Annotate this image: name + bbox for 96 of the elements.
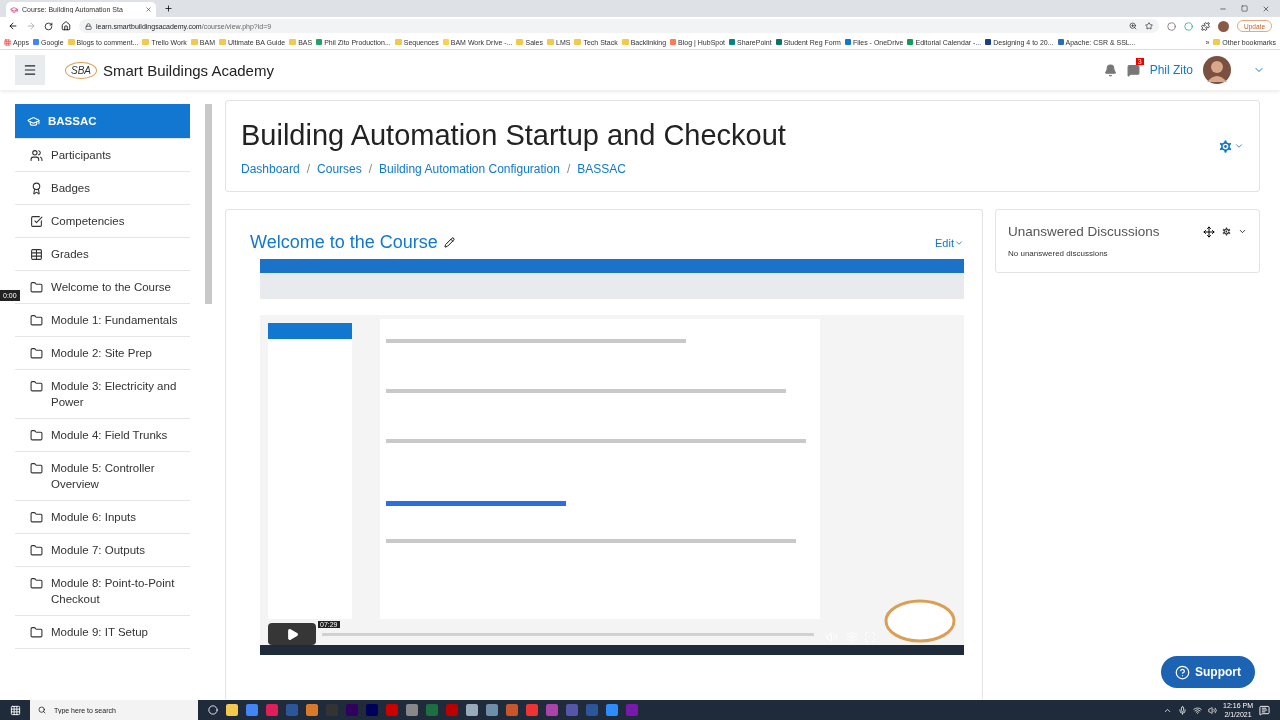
folder-icon bbox=[30, 347, 43, 360]
folder-icon bbox=[1213, 39, 1221, 45]
notifications-icon[interactable] bbox=[1259, 704, 1270, 716]
app-icon[interactable] bbox=[426, 704, 438, 716]
app-icon[interactable] bbox=[586, 704, 598, 716]
app-icon[interactable] bbox=[466, 704, 478, 716]
folder-icon bbox=[30, 577, 43, 590]
maximize-icon[interactable] bbox=[1241, 4, 1248, 12]
folder-icon bbox=[30, 511, 43, 524]
caret-icon bbox=[1234, 141, 1244, 151]
help-icon bbox=[1175, 664, 1190, 680]
app-icon[interactable] bbox=[306, 704, 318, 716]
page-title: Building Automation Startup and Checkout bbox=[241, 119, 787, 152]
app-icon[interactable] bbox=[566, 704, 578, 716]
move-icon[interactable] bbox=[1203, 225, 1215, 238]
folder-icon bbox=[30, 626, 43, 639]
folder-icon bbox=[30, 314, 43, 327]
notification-icon[interactable] bbox=[1103, 63, 1117, 77]
folder-icon bbox=[30, 380, 43, 393]
breadcrumb-link[interactable]: Courses bbox=[317, 162, 362, 176]
user-name[interactable]: Phil Zito bbox=[1149, 63, 1193, 77]
nav-item[interactable]: BASSAC bbox=[15, 104, 190, 139]
messages-icon[interactable] bbox=[1126, 63, 1140, 77]
user-avatar[interactable] bbox=[1203, 56, 1231, 84]
folder-icon bbox=[30, 281, 43, 294]
folder-icon bbox=[547, 39, 554, 45]
caret-icon[interactable] bbox=[1238, 227, 1247, 236]
app-icon[interactable] bbox=[266, 704, 278, 716]
folder-icon bbox=[516, 39, 524, 45]
folder-icon bbox=[30, 544, 43, 557]
microphone-icon[interactable] bbox=[1178, 705, 1188, 715]
site-name[interactable]: Smart Buildings Academy bbox=[103, 61, 274, 79]
home-icon[interactable] bbox=[61, 21, 71, 31]
scrollbar[interactable] bbox=[205, 104, 212, 304]
app-icon[interactable] bbox=[606, 704, 618, 716]
close-icon[interactable] bbox=[1262, 4, 1270, 13]
site-icon bbox=[10, 5, 18, 14]
folder-icon bbox=[142, 39, 150, 45]
apps-icon bbox=[4, 38, 11, 46]
folder-icon bbox=[289, 39, 297, 45]
progress-track[interactable] bbox=[322, 633, 814, 636]
star-icon[interactable] bbox=[1145, 22, 1154, 30]
folder-icon bbox=[394, 39, 402, 45]
support-button[interactable]: Support bbox=[1161, 656, 1255, 688]
app-icon[interactable] bbox=[286, 704, 298, 716]
breadcrumb-link[interactable]: Building Automation Configuration bbox=[379, 162, 560, 176]
table-icon bbox=[30, 248, 43, 261]
section-title[interactable]: Welcome to the Course bbox=[250, 232, 438, 253]
breadcrumb-separator: / bbox=[306, 162, 311, 176]
app-icon[interactable] bbox=[446, 704, 458, 716]
network-icon[interactable] bbox=[1193, 705, 1203, 715]
edit-menu[interactable]: Edit bbox=[935, 236, 964, 249]
volume-icon[interactable] bbox=[1208, 705, 1218, 715]
new-tab-icon[interactable] bbox=[164, 4, 173, 13]
folder-icon bbox=[30, 462, 43, 475]
folder-icon bbox=[30, 429, 43, 442]
app-icon[interactable] bbox=[406, 704, 418, 716]
gear-icon bbox=[1217, 137, 1234, 155]
app-icon[interactable] bbox=[546, 704, 558, 716]
extensions-icon[interactable] bbox=[1201, 21, 1211, 31]
folder-icon bbox=[219, 39, 226, 45]
folder-icon bbox=[67, 39, 75, 45]
award-icon bbox=[30, 182, 43, 195]
breadcrumb-link[interactable]: BASSAC bbox=[577, 162, 626, 176]
back-icon[interactable] bbox=[8, 21, 18, 31]
menu-button[interactable] bbox=[15, 55, 45, 85]
settings-menu[interactable] bbox=[1217, 137, 1244, 155]
app-icon[interactable] bbox=[506, 704, 518, 716]
play-icon bbox=[285, 627, 299, 641]
app-icon[interactable] bbox=[386, 704, 398, 716]
profile-avatar[interactable] bbox=[1218, 20, 1230, 32]
folder-icon bbox=[190, 39, 198, 45]
app-icon[interactable] bbox=[526, 704, 538, 716]
app-icon[interactable] bbox=[486, 704, 498, 716]
breadcrumb-separator: / bbox=[368, 162, 373, 176]
breadcrumb-link[interactable]: Dashboard bbox=[241, 162, 300, 176]
settings-icon[interactable] bbox=[1221, 226, 1232, 237]
search-icon bbox=[38, 706, 46, 714]
block-title: Unanswered Discussions bbox=[1008, 224, 1161, 239]
users-icon bbox=[30, 149, 43, 162]
app-icon[interactable] bbox=[226, 704, 238, 716]
zoom-icon[interactable] bbox=[1129, 22, 1138, 30]
folder-icon bbox=[574, 39, 582, 45]
menu-icon bbox=[23, 63, 37, 77]
play-button[interactable] bbox=[268, 623, 316, 645]
breadcrumb-separator: / bbox=[566, 162, 571, 176]
close-icon[interactable] bbox=[145, 6, 152, 13]
app-icon[interactable] bbox=[246, 704, 258, 716]
graduation-cap-icon bbox=[27, 115, 40, 128]
checkbox-icon bbox=[30, 215, 43, 228]
folder-icon bbox=[621, 39, 629, 45]
forward-icon[interactable] bbox=[26, 21, 36, 31]
pencil-icon[interactable] bbox=[443, 237, 455, 248]
lock-icon bbox=[85, 22, 92, 30]
reload-icon[interactable] bbox=[44, 21, 53, 31]
block-text: No unanswered discussions bbox=[1008, 249, 1109, 258]
